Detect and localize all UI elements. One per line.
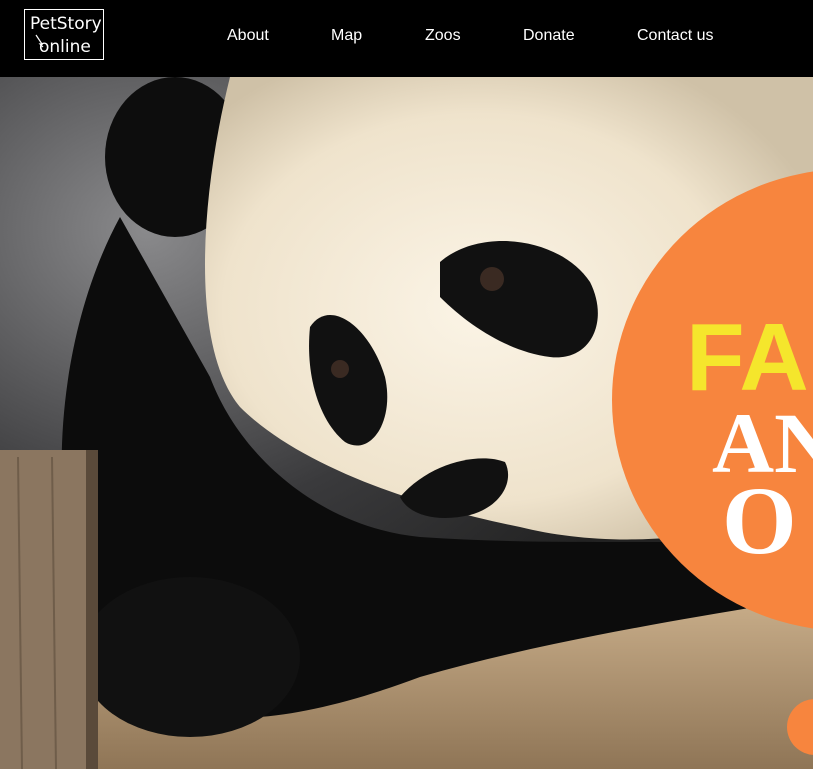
hero-headline: W Y FA AN O [600, 157, 813, 574]
hero-section: W Y FA AN O [0, 77, 813, 769]
nav-zoos[interactable]: Zoos [425, 26, 461, 46]
nav-about[interactable]: About [227, 26, 269, 46]
nav-donate[interactable]: Donate [523, 26, 575, 46]
headline-line-5: O [722, 467, 797, 574]
brand-logo[interactable]: PetStory online [24, 9, 104, 60]
nav-contact-us[interactable]: Contact us [637, 26, 713, 46]
brand-name-line2: online [39, 37, 91, 57]
nav-map[interactable]: Map [331, 26, 362, 46]
top-navigation-bar: PetStory online About Map Zoos Donate Co… [0, 0, 813, 77]
brand-name-line1: PetStory [30, 14, 102, 34]
headline-line-3: FA [686, 304, 809, 411]
